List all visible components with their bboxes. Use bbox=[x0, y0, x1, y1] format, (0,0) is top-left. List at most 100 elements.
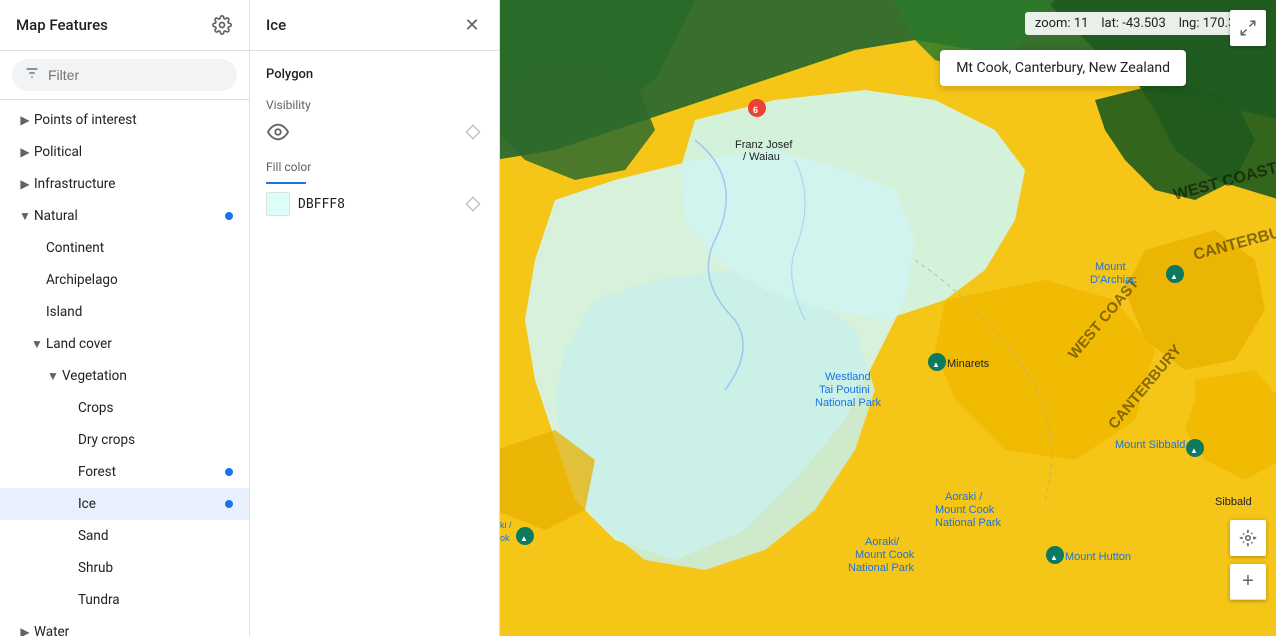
sidebar-item-vegetation[interactable]: ▼ Vegetation bbox=[0, 360, 249, 392]
sidebar-item-land-cover[interactable]: ▼ Land cover bbox=[0, 328, 249, 360]
sidebar-item-archipelago[interactable]: ▶ Archipelago bbox=[0, 264, 249, 296]
svg-text:Aoraki/: Aoraki/ bbox=[865, 536, 900, 548]
sidebar-item-label: Forest bbox=[78, 464, 225, 480]
sidebar-item-label: Shrub bbox=[78, 560, 233, 576]
chevron-right-icon: ▶ bbox=[16, 111, 34, 129]
svg-text:Mount Hutton: Mount Hutton bbox=[1065, 551, 1131, 563]
eye-icon[interactable] bbox=[266, 120, 290, 144]
sidebar-item-label: Vegetation bbox=[62, 368, 233, 384]
gear-icon[interactable] bbox=[211, 14, 233, 36]
fill-color-controls: DBFFF8 bbox=[266, 192, 483, 216]
sidebar-item-crops[interactable]: ▶ Crops bbox=[0, 392, 249, 424]
sidebar-item-forest[interactable]: ▶ Forest bbox=[0, 456, 249, 488]
sidebar-item-label: Infrastructure bbox=[34, 176, 233, 192]
svg-text:Mount: Mount bbox=[1095, 261, 1126, 273]
visibility-controls bbox=[266, 120, 483, 144]
fill-line bbox=[266, 182, 306, 184]
sidebar-item-label: Archipelago bbox=[46, 272, 233, 288]
sidebar-header: Map Features bbox=[0, 0, 249, 51]
svg-text:Mount Cook: Mount Cook bbox=[935, 504, 995, 516]
sidebar-item-label: Sand bbox=[78, 528, 233, 544]
svg-text:Westland: Westland bbox=[825, 371, 871, 383]
sidebar-item-political[interactable]: ▶ Political bbox=[0, 136, 249, 168]
sidebar-item-label: Ice bbox=[78, 496, 225, 512]
svg-text:National Park: National Park bbox=[815, 397, 882, 409]
detail-content: Polygon Visibility Fill color bbox=[250, 51, 499, 636]
svg-text:National Park: National Park bbox=[935, 517, 1002, 529]
svg-text:▲: ▲ bbox=[520, 534, 528, 543]
sidebar: Map Features ▶ Points of interest bbox=[0, 0, 250, 636]
sidebar-item-infrastructure[interactable]: ▶ Infrastructure bbox=[0, 168, 249, 200]
fill-color-row: Fill color DBFFF8 bbox=[266, 160, 483, 216]
sidebar-item-dry-crops[interactable]: ▶ Dry crops bbox=[0, 424, 249, 456]
diamond-icon-fill[interactable] bbox=[463, 194, 483, 214]
map-tooltip: Mt Cook, Canterbury, New Zealand bbox=[940, 50, 1186, 86]
chevron-down-icon: ▼ bbox=[28, 335, 46, 353]
fill-color-label: Fill color bbox=[266, 160, 483, 174]
svg-text:▲: ▲ bbox=[932, 360, 940, 369]
visibility-row: Visibility bbox=[266, 98, 483, 144]
sidebar-item-label: Political bbox=[34, 144, 233, 160]
fullscreen-button[interactable] bbox=[1230, 10, 1266, 46]
map-area[interactable]: WEST COAST CANTERBURY WEST COAST CANTERB… bbox=[500, 0, 1276, 636]
svg-text:National Park: National Park bbox=[848, 562, 915, 574]
filter-icon bbox=[24, 65, 40, 85]
chevron-right-icon: ▶ bbox=[16, 143, 34, 161]
sidebar-item-label: Points of interest bbox=[34, 112, 233, 128]
sidebar-item-sand[interactable]: ▶ Sand bbox=[0, 520, 249, 552]
detail-panel: Ice ✕ Polygon Visibility bbox=[250, 0, 500, 636]
svg-text:Franz Josef: Franz Josef bbox=[735, 139, 793, 151]
zoom-in-button[interactable]: + bbox=[1230, 564, 1266, 600]
svg-text:ook: ook bbox=[500, 533, 510, 543]
sidebar-item-continent[interactable]: ▶ Continent bbox=[0, 232, 249, 264]
filter-bar bbox=[0, 51, 249, 100]
tooltip-text: Mt Cook, Canterbury, New Zealand bbox=[956, 60, 1170, 76]
color-swatch[interactable] bbox=[266, 192, 290, 216]
map-svg: WEST COAST CANTERBURY WEST COAST CANTERB… bbox=[500, 0, 1276, 636]
detail-header: Ice ✕ bbox=[250, 0, 499, 51]
diamond-icon[interactable] bbox=[463, 122, 483, 142]
svg-text:Mount Sibbald: Mount Sibbald bbox=[1115, 439, 1185, 451]
sidebar-item-label: Crops bbox=[78, 400, 233, 416]
svg-text:Tai Poutini: Tai Poutini bbox=[819, 384, 870, 396]
svg-text:Sibbald: Sibbald bbox=[1215, 496, 1252, 508]
sidebar-item-points-of-interest[interactable]: ▶ Points of interest bbox=[0, 104, 249, 136]
location-button[interactable] bbox=[1230, 520, 1266, 556]
color-hex: DBFFF8 bbox=[298, 197, 345, 212]
visibility-label: Visibility bbox=[266, 98, 483, 112]
polygon-label: Polygon bbox=[266, 67, 483, 82]
sidebar-item-label: Water bbox=[34, 624, 233, 636]
active-dot bbox=[225, 500, 233, 508]
fill-color-section: DBFFF8 bbox=[266, 182, 483, 216]
svg-text:aki /: aki / bbox=[500, 520, 512, 530]
polygon-section: Polygon bbox=[266, 67, 483, 82]
active-dot bbox=[225, 468, 233, 476]
chevron-right-icon: ▶ bbox=[16, 175, 34, 193]
svg-text:/ Waiau: / Waiau bbox=[743, 151, 780, 163]
chevron-right-icon: ▶ bbox=[16, 623, 34, 636]
svg-text:▲: ▲ bbox=[1050, 553, 1058, 562]
filter-input[interactable] bbox=[48, 67, 225, 83]
chevron-down-icon: ▼ bbox=[16, 207, 34, 225]
svg-text:Mount Cook: Mount Cook bbox=[855, 549, 915, 561]
svg-text:D'Archiac: D'Archiac bbox=[1090, 274, 1137, 286]
svg-text:▲: ▲ bbox=[1190, 446, 1198, 455]
detail-title: Ice bbox=[266, 16, 286, 34]
sidebar-item-water[interactable]: ▶ Water bbox=[0, 616, 249, 636]
svg-text:▲: ▲ bbox=[1170, 272, 1178, 281]
sidebar-title: Map Features bbox=[16, 16, 108, 34]
chevron-down-icon: ▼ bbox=[44, 367, 62, 385]
sidebar-item-shrub[interactable]: ▶ Shrub bbox=[0, 552, 249, 584]
sidebar-item-tundra[interactable]: ▶ Tundra bbox=[0, 584, 249, 616]
sidebar-item-natural[interactable]: ▼ Natural bbox=[0, 200, 249, 232]
color-input-row: DBFFF8 bbox=[266, 192, 345, 216]
svg-text:Minarets: Minarets bbox=[947, 358, 990, 370]
sidebar-item-label: Dry crops bbox=[78, 432, 233, 448]
sidebar-item-label: Land cover bbox=[46, 336, 233, 352]
sidebar-item-label: Tundra bbox=[78, 592, 233, 608]
close-icon[interactable]: ✕ bbox=[461, 14, 483, 36]
sidebar-item-island[interactable]: ▶ Island bbox=[0, 296, 249, 328]
sidebar-item-ice[interactable]: ▶ Ice bbox=[0, 488, 249, 520]
active-dot bbox=[225, 212, 233, 220]
tree-list: ▶ Points of interest ▶ Political ▶ Infra… bbox=[0, 100, 249, 636]
